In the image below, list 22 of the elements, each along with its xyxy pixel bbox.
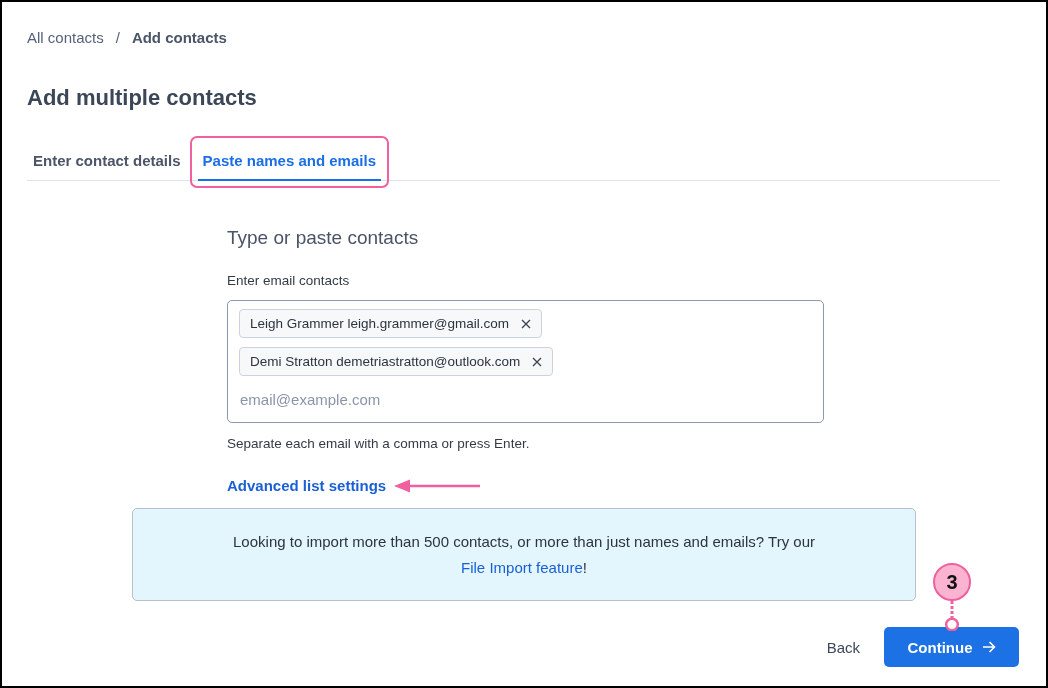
page-title: Add multiple contacts: [27, 84, 258, 112]
info-text: Looking to import more than 500 contacts, or more than just names and emails? Try our File Import feature!: [233, 531, 815, 578]
callout-connector: [944, 601, 960, 631]
field-label: Enter email contacts: [227, 272, 351, 289]
step-badge: 3: [933, 563, 971, 601]
chip-text: Leigh Grammer leigh.grammer@gmail.com: [250, 316, 510, 331]
breadcrumb-separator: /: [115, 29, 120, 47]
advanced-settings-link[interactable]: Advanced list settings: [227, 477, 387, 495]
breadcrumb-current: Add contacts: [131, 29, 227, 47]
tab[interactable]: Paste names and emails: [197, 146, 381, 181]
helper-text: Separate each email with a comma or press Enter.: [227, 435, 531, 452]
breadcrumb-link[interactable]: All contacts: [27, 29, 104, 47]
arrow-right-icon: [981, 641, 996, 653]
back-button[interactable]: Back: [822, 630, 864, 664]
close-icon[interactable]: [521, 318, 532, 329]
file-import-link[interactable]: File Import feature: [461, 558, 583, 576]
continue-button[interactable]: Continue: [884, 627, 1019, 667]
section-heading: Type or paste contacts: [227, 226, 420, 250]
close-icon[interactable]: [532, 356, 543, 367]
email-input[interactable]: email@example.com: [239, 391, 800, 408]
tab[interactable]: Enter contact details: [28, 146, 186, 181]
chip-text: Demi Stratton demetriastratton@outlook.com: [250, 354, 521, 369]
